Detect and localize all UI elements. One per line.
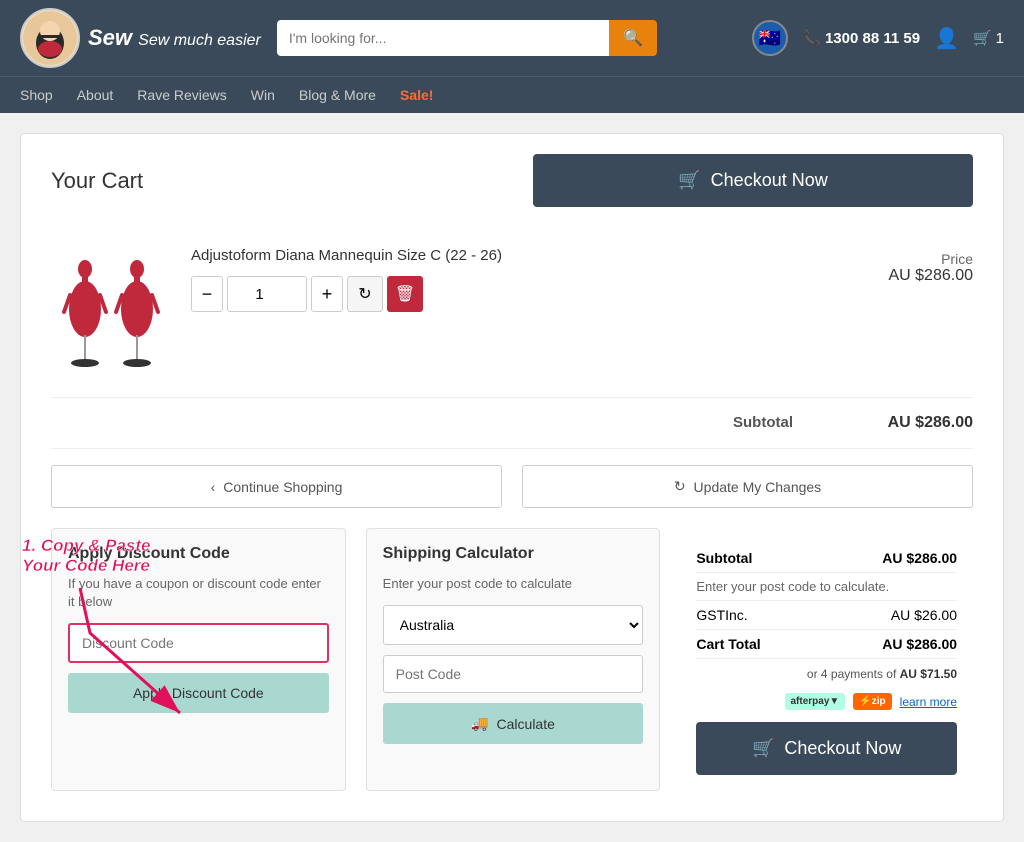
update-changes-button[interactable]: ↻ Update My Changes — [522, 465, 973, 508]
shipping-section: Shipping Calculator Enter your post code… — [366, 528, 661, 791]
chevron-left-icon: ‹ — [211, 479, 216, 495]
postcode-note: Enter your post code to calculate. — [696, 573, 957, 601]
logo-text: Sew Sew much easier — [88, 26, 261, 50]
discount-code-input[interactable] — [68, 623, 329, 663]
flag-icon[interactable]: 🇦🇺 — [752, 20, 788, 56]
summary-subtotal-row: Subtotal AU $286.00 — [696, 544, 957, 573]
zip-logo: ⚡zip — [853, 693, 891, 710]
country-select[interactable]: Australia — [383, 605, 644, 645]
subtotal-value: AU $286.00 — [873, 414, 973, 432]
delete-button[interactable]: 🗑 — [387, 276, 423, 312]
discount-section: Apply Discount Code If you have a coupon… — [51, 528, 346, 791]
shipping-description: Enter your post code to calculate — [383, 575, 644, 593]
cart-total-row: Cart Total AU $286.00 — [696, 630, 957, 659]
logo-area[interactable]: Sew Sew much easier — [20, 8, 261, 68]
nav-reviews[interactable]: Rave Reviews — [137, 83, 226, 107]
mannequin-1 — [62, 257, 108, 367]
nav-sale[interactable]: Sale! — [400, 83, 433, 107]
gst-label: GSTInc. — [696, 607, 747, 623]
search-button[interactable]: 🔍 — [609, 20, 657, 56]
checkout-button-top[interactable]: 🛒 Checkout Now — [533, 154, 973, 207]
logo-avatar — [20, 8, 80, 68]
cart-checkout-icon-bottom: 🛒 — [752, 738, 774, 759]
user-icon[interactable]: 👤 — [934, 26, 959, 51]
cart-icon: 🛒 — [973, 29, 992, 47]
postcode-input[interactable] — [383, 655, 644, 693]
refresh-button[interactable]: ↻ — [347, 276, 383, 312]
truck-icon: 🚚 — [471, 715, 488, 732]
discount-description: If you have a coupon or discount code en… — [68, 575, 329, 611]
mannequin-2 — [114, 257, 160, 367]
refresh-update-icon: ↻ — [674, 478, 686, 495]
subtotal-row: Subtotal AU $286.00 — [51, 398, 973, 449]
cart-header: Your Cart 🛒 Checkout Now — [51, 154, 973, 207]
payment-logos: afterpay▼ ⚡zip learn more — [696, 693, 957, 710]
learn-more-link[interactable]: learn more — [900, 695, 957, 709]
subtotal-label: Subtotal — [733, 414, 793, 432]
cart-button[interactable]: 🛒 1 — [973, 29, 1004, 47]
item-details: Adjustoform Diana Mannequin Size C (22 -… — [191, 247, 868, 312]
nav-about[interactable]: About — [77, 83, 114, 107]
continue-shopping-button[interactable]: ‹ Continue Shopping — [51, 465, 502, 508]
cart-total-value: AU $286.00 — [882, 636, 957, 652]
afterpay-logo: afterpay▼ — [785, 693, 846, 710]
cart-title: Your Cart — [51, 168, 143, 194]
minus-icon: − — [202, 284, 213, 305]
search-bar[interactable]: 🔍 — [277, 20, 657, 56]
item-image — [51, 247, 171, 377]
afterpay-text: or 4 payments of — [807, 667, 896, 681]
qty-controls: − + ↻ 🗑 — [191, 276, 868, 312]
qty-input[interactable] — [227, 276, 307, 312]
cart-total-label: Cart Total — [696, 636, 760, 652]
shipping-title: Shipping Calculator — [383, 545, 644, 563]
afterpay-amount: AU $71.50 — [900, 667, 957, 681]
calculate-button[interactable]: 🚚 Calculate — [383, 703, 644, 744]
search-icon: 🔍 — [623, 30, 643, 47]
gst-row: GSTInc. AU $26.00 — [696, 601, 957, 630]
phone-number: 📞 1300 88 11 59 — [802, 29, 920, 47]
summary-subtotal-value: AU $286.00 — [882, 550, 957, 566]
cart-wrapper: Your Cart 🛒 Checkout Now — [20, 133, 1004, 822]
nav-blog[interactable]: Blog & More — [299, 83, 376, 107]
bottom-sections: Apply Discount Code If you have a coupon… — [51, 528, 973, 791]
main-content: Your Cart 🛒 Checkout Now — [0, 113, 1024, 842]
cart-item: Adjustoform Diana Mannequin Size C (22 -… — [51, 227, 973, 398]
item-name: Adjustoform Diana Mannequin Size C (22 -… — [191, 247, 868, 264]
order-summary: Subtotal AU $286.00 Enter your post code… — [680, 528, 973, 791]
apply-discount-button[interactable]: Apply Discount Code — [68, 673, 329, 713]
cart-checkout-icon-top: 🛒 — [678, 170, 700, 191]
header-right: 🇦🇺 📞 1300 88 11 59 👤 🛒 1 — [752, 20, 1004, 56]
nav-shop[interactable]: Shop — [20, 83, 53, 107]
discount-title: Apply Discount Code — [68, 545, 329, 563]
gst-value: AU $26.00 — [891, 607, 957, 623]
action-row: ‹ Continue Shopping ↻ Update My Changes — [51, 465, 973, 508]
item-price: AU $286.00 — [888, 267, 973, 285]
main-nav: Shop About Rave Reviews Win Blog & More … — [0, 76, 1024, 113]
price-label: Price — [888, 251, 973, 267]
afterpay-row: or 4 payments of AU $71.50 — [696, 659, 957, 689]
checkout-button-bottom[interactable]: 🛒 Checkout Now — [696, 722, 957, 775]
nav-win[interactable]: Win — [251, 83, 275, 107]
qty-decrease-button[interactable]: − — [191, 276, 223, 312]
qty-increase-button[interactable]: + — [311, 276, 343, 312]
delete-icon: 🗑 — [395, 284, 415, 304]
mannequin-image — [62, 257, 160, 367]
summary-subtotal-label: Subtotal — [696, 550, 752, 566]
cart-container: Your Cart 🛒 Checkout Now — [20, 133, 1004, 822]
refresh-icon: ↻ — [358, 284, 371, 304]
search-input[interactable] — [277, 20, 609, 56]
plus-icon: + — [322, 284, 333, 305]
site-header: Sew Sew much easier 🔍 🇦🇺 📞 1300 88 11 59… — [0, 0, 1024, 76]
item-price-area: Price AU $286.00 — [888, 247, 973, 285]
